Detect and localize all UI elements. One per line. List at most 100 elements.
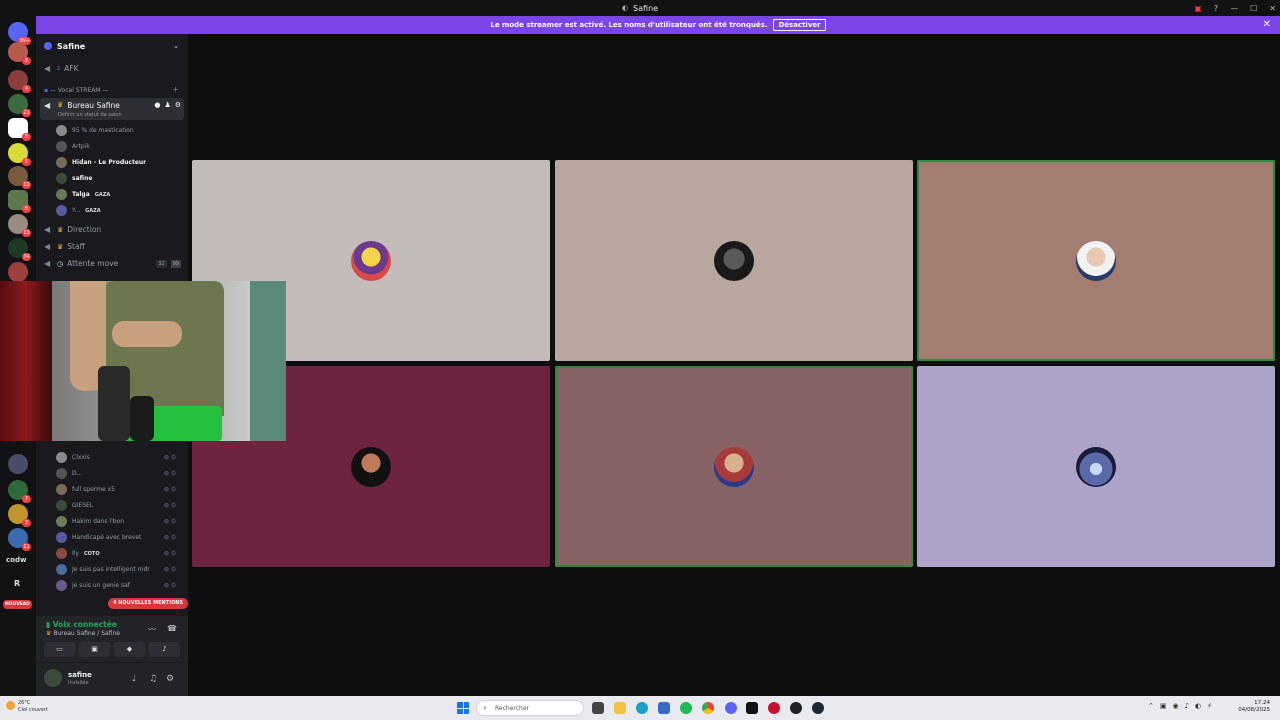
server-codw[interactable]: codw [6,556,26,564]
search-placeholder: Rechercher [495,704,529,712]
video-tile[interactable] [917,160,1275,361]
soundboard-button[interactable]: ♪ [149,642,180,657]
video-tile[interactable] [555,366,913,567]
channel-afk[interactable]: ◀ z AFK [40,61,184,76]
voice-user-name: Handicapé avec brevet [72,534,142,541]
voice-connection-panel: ▮ Voix connectée ♛ Bureau Safine / Safin… [36,616,188,662]
voice-user-item[interactable]: Hakim dans l'bon ⊘ ⊙ [56,514,184,529]
server-8[interactable]: 15 [8,214,31,237]
tray-icons[interactable]: ⌃▣◉♪◐⚡ [1148,702,1218,710]
server-13[interactable]: 3 [8,504,31,527]
maximize-button[interactable]: ☐ [1250,4,1257,13]
muted-deafened-icon: ⊘ ⊙ [164,502,176,509]
server-2[interactable]: 4 [8,70,31,93]
voice-user-name: full sperme x5 [72,486,115,493]
server-1[interactable]: 8 [8,42,31,65]
participant-avatar [1076,240,1116,281]
close-icon[interactable]: ✕ [1263,19,1271,30]
voice-user-item[interactable]: Y... GAZA [56,203,184,218]
avatar [56,516,67,527]
channel-attente-move[interactable]: ◀ ◷ Attente move 32 99 [40,256,184,271]
server-10[interactable] [8,262,28,282]
headphones-icon[interactable]: ♫ [149,674,157,684]
voice-channel-path[interactable]: ♛ Bureau Safine / Safine [46,630,120,637]
capcut-icon[interactable] [746,702,758,714]
discord-icon[interactable] [725,702,737,714]
spotify-icon[interactable] [680,702,692,714]
video-tile[interactable] [917,366,1275,567]
taskbar-search-input[interactable]: ⌕ Rechercher [476,700,584,716]
voice-user-item[interactable]: Hidan - Le Producteur [56,155,184,170]
camera-button[interactable]: ▭ [44,642,75,657]
edge-icon[interactable] [636,702,648,714]
gear-icon[interactable]: ⚙ [175,101,181,109]
server-3[interactable]: 21 [8,94,31,117]
settings-gear-icon[interactable]: ⚙ [166,674,174,684]
voice-user-item[interactable]: Talga GAZA [56,187,184,202]
new-servers-pill[interactable]: NOUVEAU [3,600,32,609]
chat-icon[interactable]: ● [154,101,160,109]
category-vocal-stream[interactable]: ▪ — Vocal STREAM — [44,87,108,94]
server-4[interactable]: 6 [8,118,31,141]
weather-widget[interactable]: 26°C Ciel couvert [18,700,48,714]
voice-user-item[interactable]: safine [56,171,184,186]
server-r[interactable]: R [14,579,20,588]
disconnect-icon[interactable]: ☎ [167,624,177,633]
minimize-button[interactable]: — [1230,4,1238,13]
app-icon-red[interactable] [768,702,780,714]
activity-button[interactable]: ◆ [114,642,145,657]
server-5[interactable]: 5 [8,143,31,166]
voice-user-name: 95 % de mastication [72,127,134,134]
voice-user-item[interactable]: Clxxis ⊘ ⊙ [56,450,184,465]
voice-user-item[interactable]: D... ⊘ ⊙ [56,466,184,481]
server-11[interactable] [8,454,28,474]
voice-status-label: Voix connectée [52,620,117,629]
chrome-icon[interactable] [702,702,714,714]
obs-icon[interactable] [790,702,802,714]
server-6[interactable]: 10 [8,166,31,189]
user-count-badge: 32 [156,259,167,268]
voice-user-name: safine [72,175,93,182]
channel-status[interactable]: Définir un statut de salon [58,112,122,118]
server-14[interactable]: 11 [8,528,31,551]
channel-staff[interactable]: ◀ ♛ Staff [40,239,184,254]
start-button[interactable] [457,702,469,714]
voice-user-item[interactable]: Artpik [56,139,184,154]
invite-icon[interactable]: ♟ [164,101,170,109]
muted-deafened-icon: ⊘ ⊙ [164,534,176,541]
new-mentions-pill[interactable]: 4 NOUVELLES MENTIONS [108,598,188,609]
steam-icon[interactable] [812,702,824,714]
disable-streamer-mode-button[interactable]: Désactiver [773,19,826,31]
voice-user-item[interactable]: Handicapé avec brevet ⊘ ⊙ [56,530,184,545]
voice-user-item[interactable]: full sperme x5 ⊘ ⊙ [56,482,184,497]
file-explorer-icon[interactable] [614,702,626,714]
avatar[interactable] [44,669,62,687]
voice-user-item[interactable]: Je suis pas intelligent mdr ⊘ ⊙ [56,562,184,577]
voice-status[interactable]: ▮ Voix connectée [46,620,117,629]
inbox-icon[interactable]: ▣ [1194,4,1202,13]
noise-suppression-icon[interactable]: 〰 [148,624,156,635]
channel-direction[interactable]: ◀ ♛ Direction [40,222,184,237]
server-12[interactable]: 7 [8,480,31,503]
guild-header[interactable]: Safine ⌄ [36,34,188,58]
task-view-icon[interactable] [592,702,604,714]
server-7[interactable]: 8 [8,190,31,213]
voice-user-item[interactable]: je suis un genie saf ⊘ ⊙ [56,578,184,593]
username[interactable]: safine [68,671,92,679]
store-icon[interactable] [658,702,670,714]
window-controls: ▣ ? — ☐ ✕ [1194,0,1276,16]
close-window-button[interactable]: ✕ [1269,4,1276,13]
video-tile[interactable] [555,160,913,361]
voice-user-item[interactable]: Ily COTO ⊘ ⊙ [56,546,184,561]
server-9[interactable]: 34 [8,238,31,261]
voice-user-item[interactable]: GIESEL ⊘ ⊙ [56,498,184,513]
screen-share-button[interactable]: ▣ [79,642,110,657]
help-icon[interactable]: ? [1214,4,1218,13]
add-channel-icon[interactable]: + [172,85,179,94]
avatar [56,157,67,168]
voice-user-item[interactable]: 95 % de mastication [56,123,184,138]
microphone-icon[interactable]: ♩ [132,674,136,684]
server-home[interactable]: 99+ [8,22,31,45]
system-clock[interactable]: 17:24 04/08/2025 [1238,700,1270,714]
avatar [56,189,67,200]
